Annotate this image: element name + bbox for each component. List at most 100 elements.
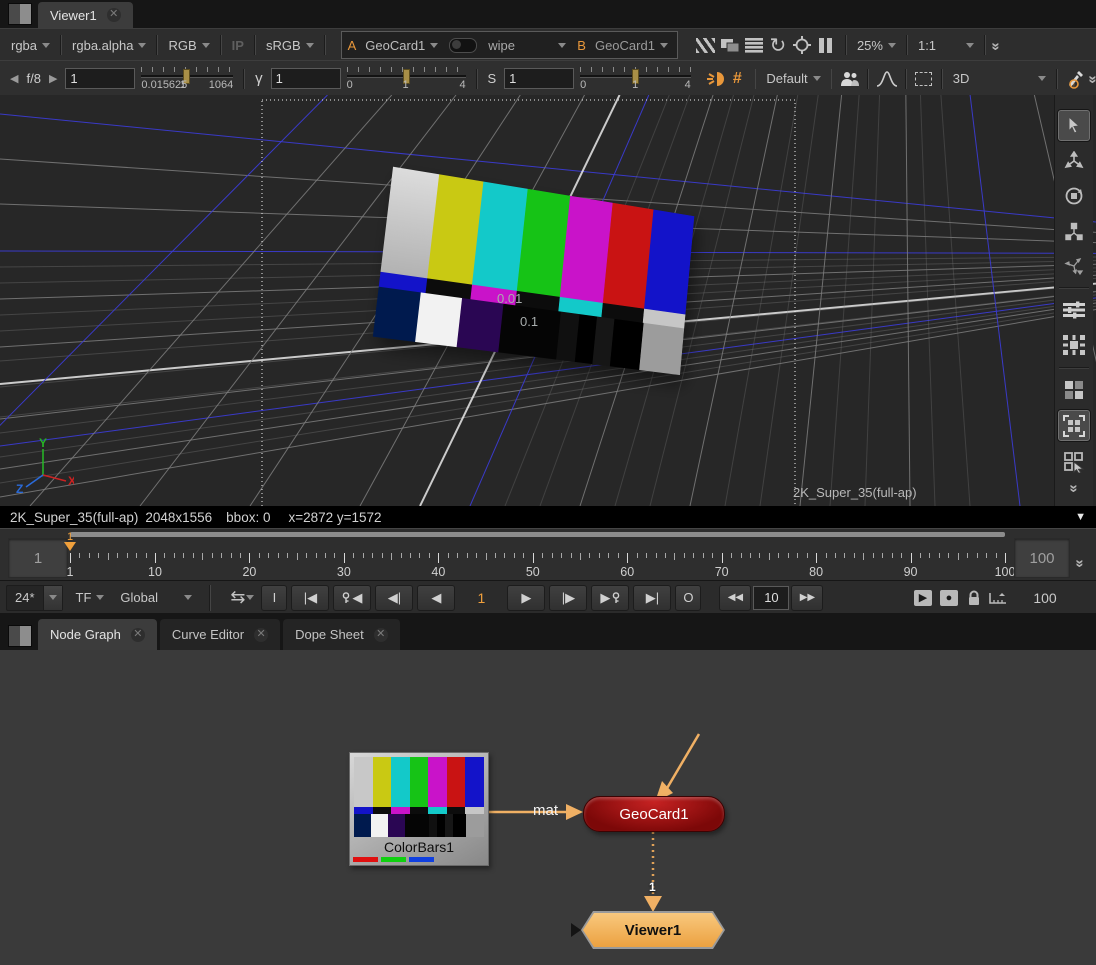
gamma-slider[interactable]: 014 bbox=[347, 67, 466, 91]
next-keyframe-button[interactable]: ▶ bbox=[591, 585, 629, 611]
grid-toggle-icon[interactable]: # bbox=[727, 68, 747, 90]
play-forward-button[interactable]: ▶ bbox=[507, 585, 545, 611]
saturation-field[interactable]: 1 bbox=[504, 68, 574, 89]
status-dropdown-icon[interactable]: ▼ bbox=[1075, 511, 1086, 523]
jump-forward-button[interactable]: ▶▶ bbox=[791, 585, 823, 611]
monitor-output-icon[interactable] bbox=[718, 34, 742, 56]
headlamp-light-icon[interactable] bbox=[707, 68, 727, 90]
timeline-expand-icon[interactable]: » bbox=[1072, 559, 1089, 565]
play-backward-button[interactable]: ◀ bbox=[417, 585, 455, 611]
playback-loop-icon[interactable]: ⇆ bbox=[225, 587, 259, 609]
toolbar-expand-icon[interactable]: » bbox=[1084, 75, 1096, 81]
node-viewer1[interactable]: Viewer1 bbox=[581, 911, 725, 949]
out-point-button[interactable]: O bbox=[675, 585, 701, 611]
tab-node-graph[interactable]: Node Graph ✕ bbox=[38, 619, 157, 650]
lut-mode-dropdown[interactable]: Default bbox=[763, 71, 823, 86]
node-label: Viewer1 bbox=[625, 922, 681, 939]
current-frame-field[interactable]: 1 bbox=[457, 590, 505, 606]
layers-icon[interactable] bbox=[742, 34, 766, 56]
close-icon[interactable]: ✕ bbox=[254, 628, 268, 642]
occlusion-people-icon[interactable] bbox=[839, 68, 859, 90]
transform-handles-button[interactable] bbox=[1059, 251, 1089, 280]
gain-slider[interactable]: 0.01562511064 bbox=[141, 67, 233, 91]
zoom-level-dropdown[interactable]: 25% bbox=[854, 38, 899, 53]
translate-tool-button[interactable] bbox=[1059, 147, 1089, 176]
gamma-curve-icon[interactable] bbox=[876, 68, 898, 90]
prev-keyframe-button[interactable]: ◀ bbox=[333, 585, 371, 611]
channel-display-dropdown[interactable]: RGB bbox=[165, 38, 212, 53]
close-icon[interactable]: ✕ bbox=[131, 628, 145, 642]
flipbook-render-icon[interactable]: ▶ bbox=[914, 590, 932, 606]
node-geocard1[interactable]: GeoCard1 bbox=[583, 796, 725, 832]
layout-follow-cursor-button[interactable] bbox=[1059, 447, 1089, 476]
close-icon[interactable]: ✕ bbox=[374, 628, 388, 642]
layer-dropdown[interactable]: rgba bbox=[8, 38, 53, 53]
panel-split-icon[interactable] bbox=[8, 625, 32, 647]
gamma-field[interactable]: 1 bbox=[271, 68, 341, 89]
color-sample-eyedropper-icon[interactable]: ! bbox=[1065, 68, 1085, 90]
refresh-icon[interactable]: ↻ bbox=[766, 34, 790, 56]
timeline-ruler[interactable]: 11020304050607080901001 bbox=[70, 539, 1005, 579]
frame-selected-button[interactable] bbox=[1059, 331, 1089, 360]
display-sliders-button[interactable] bbox=[1059, 296, 1089, 325]
wipe-mode-dropdown[interactable]: wipe bbox=[485, 38, 569, 53]
step-back-button[interactable]: ◀| bbox=[375, 585, 413, 611]
playhead[interactable]: 1 bbox=[64, 532, 76, 551]
tab-viewer1[interactable]: Viewer1 ✕ bbox=[38, 2, 133, 28]
status-coords: x=2872 y=1572 bbox=[288, 510, 381, 525]
nodegraph-canvas[interactable]: mat 1 ColorBars1 GeoCard1 Viewer1 bbox=[0, 650, 1096, 965]
input-process-button[interactable]: IP bbox=[229, 38, 247, 53]
node-colorbars1[interactable]: ColorBars1 bbox=[349, 752, 489, 866]
b-input-dropdown[interactable]: GeoCard1 bbox=[592, 38, 671, 53]
close-icon[interactable]: ✕ bbox=[107, 8, 121, 22]
rotate-tool-button[interactable] bbox=[1059, 182, 1089, 211]
frame-step-field[interactable]: 10 bbox=[753, 586, 789, 610]
range-end-field[interactable]: 100 bbox=[1014, 538, 1070, 578]
tab-curve-editor[interactable]: Curve Editor ✕ bbox=[160, 619, 280, 650]
goto-end-button[interactable]: ▶| bbox=[633, 585, 671, 611]
timeline-scrollbar[interactable] bbox=[70, 532, 1005, 537]
playback-range-end[interactable]: 100 bbox=[1010, 590, 1080, 606]
tab-dope-sheet[interactable]: Dope Sheet ✕ bbox=[283, 619, 400, 650]
fps-dropdown[interactable]: 24* bbox=[6, 585, 63, 611]
divider bbox=[254, 35, 256, 55]
select-tool-button[interactable] bbox=[1058, 110, 1090, 141]
saturation-slider[interactable]: 014 bbox=[580, 67, 691, 91]
viewer-3d-viewport[interactable]: 0.01 0.1 Y X Z 2K_Super_35(full-ap) bbox=[0, 95, 1096, 506]
chevron-down-icon bbox=[813, 76, 821, 81]
a-input-dropdown[interactable]: GeoCard1 bbox=[362, 38, 441, 53]
scale-tool-button[interactable] bbox=[1059, 216, 1089, 245]
alpha-layer-dropdown[interactable]: rgba.alpha bbox=[69, 38, 149, 53]
viewport-tool-strip: » bbox=[1054, 95, 1093, 506]
step-forward-button[interactable]: |▶ bbox=[549, 585, 587, 611]
red-channel-strip bbox=[353, 857, 378, 862]
frame-range-dropdown[interactable]: Global bbox=[117, 590, 195, 605]
status-format: 2K_Super_35(full-ap) bbox=[10, 510, 138, 525]
goto-start-button[interactable]: |◀ bbox=[291, 585, 329, 611]
layout-single-view-button[interactable] bbox=[1059, 376, 1089, 405]
checkerboard-icon[interactable] bbox=[694, 34, 718, 56]
wipe-toggle[interactable] bbox=[449, 38, 477, 53]
jump-back-button[interactable]: ◀◀ bbox=[719, 585, 751, 611]
panel-split-icon[interactable] bbox=[8, 3, 32, 25]
record-icon[interactable]: ● bbox=[940, 590, 958, 606]
timeline-range-dropdown[interactable]: TF bbox=[73, 590, 108, 605]
layout-locked-view-button[interactable] bbox=[1058, 410, 1090, 441]
viewport-expand-icon[interactable]: » bbox=[1066, 484, 1083, 490]
in-point-button[interactable]: I bbox=[261, 585, 287, 611]
view-mode-dropdown[interactable]: 3D bbox=[950, 71, 1050, 86]
blue-channel-strip bbox=[409, 857, 434, 862]
roi-dashed-box-icon[interactable] bbox=[914, 68, 934, 90]
roi-target-icon[interactable] bbox=[790, 34, 814, 56]
toolbar-expand-icon[interactable]: » bbox=[988, 42, 1005, 48]
pause-icon[interactable] bbox=[814, 34, 838, 56]
prev-fstop-icon[interactable]: ◀ bbox=[10, 72, 18, 85]
memory-gauge-icon[interactable] bbox=[986, 587, 1010, 609]
next-fstop-icon[interactable]: ▶ bbox=[49, 72, 57, 85]
chevron-down-icon bbox=[138, 43, 146, 48]
aspect-dropdown[interactable]: 1:1 bbox=[915, 38, 977, 53]
range-start-field[interactable]: 1 bbox=[8, 538, 68, 578]
gain-field[interactable]: 1 bbox=[65, 68, 135, 89]
viewer-lut-dropdown[interactable]: sRGB bbox=[263, 38, 317, 53]
lock-range-icon[interactable] bbox=[962, 587, 986, 609]
